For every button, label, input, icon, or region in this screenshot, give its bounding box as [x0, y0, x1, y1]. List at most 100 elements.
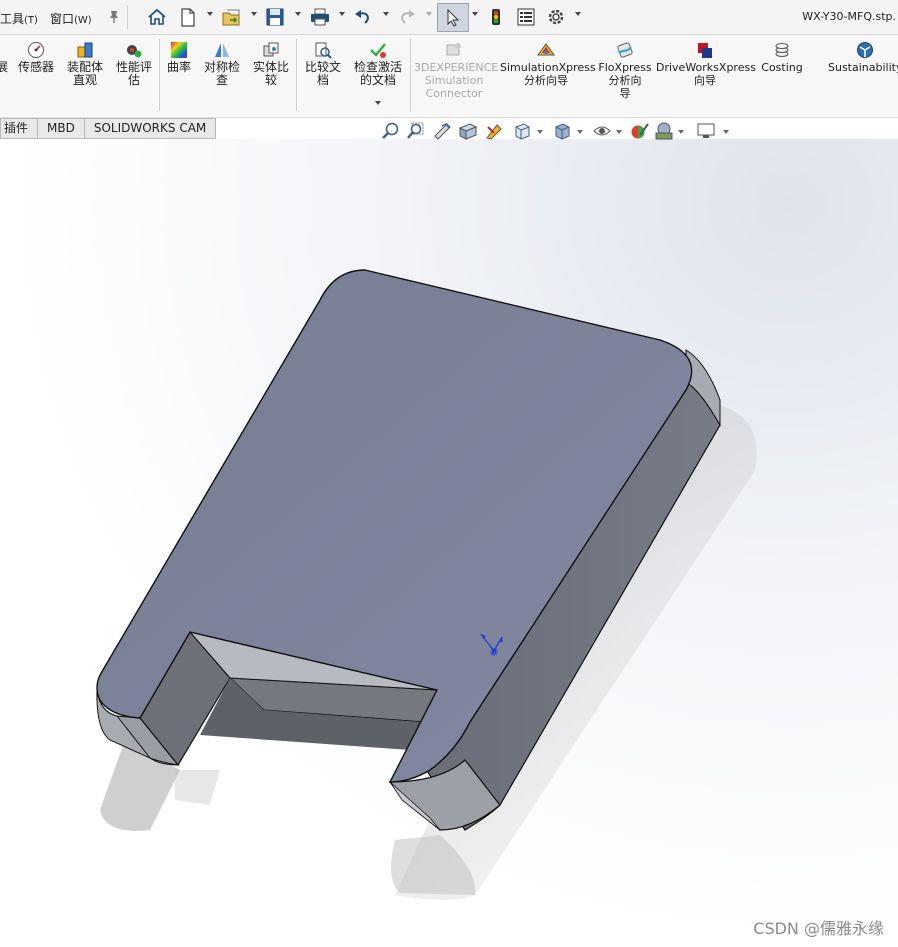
sustainability-label: Sustainability [828, 61, 898, 74]
dynamic-annotation-icon[interactable] [484, 121, 504, 143]
edit-appearance-icon[interactable] [630, 121, 650, 143]
new-document-icon[interactable] [178, 5, 198, 29]
simulationxpress-label: SimulationXpress 分析向导 [500, 61, 596, 87]
part-model[interactable] [0, 139, 898, 947]
display-style-dropdown-arrow[interactable] [577, 130, 583, 134]
view-settings-dropdown-arrow[interactable] [723, 130, 729, 134]
tab-addins[interactable]: 插件 [0, 118, 39, 139]
document-title: WX-Y30-MFQ.stp. [802, 10, 896, 23]
command-manager-tabs: 插件 MBD SOLIDWORKS CAM [0, 118, 217, 139]
3dexperience-connector-button[interactable]: 3DEXPERIENCE Simulation Connector [414, 41, 499, 100]
check-active-document-button[interactable]: 检查激活 的文档 [350, 41, 406, 87]
tab-mbd[interactable]: MBD [38, 118, 85, 139]
costing-button[interactable]: Costing [760, 41, 804, 74]
apply-scene-icon[interactable] [654, 121, 674, 143]
view-orientation-dropdown-arrow[interactable] [537, 130, 543, 134]
menu-tools[interactable]: 工具(T) [0, 10, 38, 27]
print-dropdown-arrow[interactable] [339, 12, 345, 16]
gear-icon[interactable] [545, 5, 567, 29]
partial-command[interactable]: 展 [0, 41, 8, 74]
curvature-rainbow-icon [170, 41, 188, 59]
heads-up-view-toolbar [380, 121, 740, 143]
partial-command-icon [0, 41, 14, 59]
watermark: CSDN @儒雅永缘 [753, 919, 884, 938]
sensor-gauge-icon [27, 41, 45, 59]
sustainability-button[interactable]: Sustainability [828, 41, 898, 74]
display-style-icon[interactable] [552, 121, 572, 143]
symmetry-check-label: 对称检 查 [203, 60, 240, 87]
simulationxpress-icon [537, 41, 555, 59]
menu-tools-accelerator: (T) [24, 15, 38, 26]
curvature-button[interactable]: 曲率 [164, 41, 194, 74]
sustainability-globe-icon [856, 41, 874, 59]
menu-window[interactable]: 窗口(W) [50, 10, 92, 27]
sensors-label: 传感器 [17, 60, 54, 74]
performance-evaluation-button[interactable]: 性能评 估 [112, 41, 156, 87]
3dexperience-connector-icon [445, 41, 463, 59]
section-view-icon[interactable] [458, 121, 478, 143]
toolbar-separator [127, 5, 128, 29]
view-settings-icon[interactable] [696, 121, 716, 143]
curvature-label: 曲率 [166, 60, 191, 74]
floxpress-icon [616, 41, 634, 59]
previous-view-icon[interactable] [432, 121, 452, 143]
menu-window-label: 窗口 [50, 12, 75, 26]
menu-window-accelerator: (W) [74, 15, 92, 26]
new-dropdown-arrow[interactable] [207, 12, 213, 16]
zoom-to-area-icon[interactable] [405, 121, 425, 143]
assembly-visualization-label: 装配体 直观 [66, 60, 103, 87]
select-dropdown-arrow[interactable] [472, 12, 478, 16]
floxpress-label: FloXpress 分析向 导 [598, 61, 652, 100]
compare-documents-icon [314, 41, 332, 59]
compare-documents-button[interactable]: 比较文 档 [301, 41, 345, 87]
undo-dropdown-arrow[interactable] [383, 12, 389, 16]
home-icon[interactable] [146, 5, 168, 29]
compare-bodies-icon [262, 41, 280, 59]
view-orientation-icon[interactable] [512, 121, 532, 143]
check-document-dropdown-arrow[interactable] [375, 101, 381, 105]
ribbon-separator [410, 39, 411, 111]
assembly-visualization-button[interactable]: 装配体 直观 [64, 41, 106, 87]
compare-bodies-button[interactable]: 实体比 较 [249, 41, 293, 87]
select-arrow-icon[interactable] [437, 3, 469, 32]
open-folder-icon[interactable] [220, 5, 244, 29]
ribbon-separator [296, 39, 297, 111]
undo-icon[interactable] [352, 5, 374, 29]
assembly-visualization-icon [76, 41, 94, 59]
save-icon[interactable] [264, 5, 286, 29]
apply-scene-dropdown-arrow[interactable] [678, 130, 684, 134]
driveworksxpress-icon [696, 41, 714, 59]
symmetry-check-icon [213, 41, 231, 59]
print-icon[interactable] [309, 5, 331, 29]
compare-documents-label: 比较文 档 [304, 60, 341, 87]
open-dropdown-arrow[interactable] [251, 12, 257, 16]
zoom-to-fit-icon[interactable] [380, 121, 400, 143]
hide-show-dropdown-arrow[interactable] [616, 130, 622, 134]
partial-command-label: 展 [0, 60, 9, 74]
menu-tools-label: 工具 [0, 12, 25, 26]
symmetry-check-button[interactable]: 对称检 查 [200, 41, 244, 87]
options-dropdown-arrow[interactable] [575, 12, 581, 16]
graphics-viewport[interactable]: CSDN @儒雅永缘 [0, 139, 898, 947]
menu-bar: 工具(T) 窗口(W) WX-Y30-MFQ.stp. [0, 0, 898, 35]
redo-icon[interactable] [396, 5, 418, 29]
check-active-document-label: 检查激活 的文档 [353, 60, 402, 87]
check-active-document-icon [369, 41, 387, 59]
file-properties-icon[interactable] [515, 5, 537, 29]
hide-show-items-icon[interactable] [592, 121, 612, 143]
driveworksxpress-label: DriveWorksXpress 向导 [656, 61, 756, 87]
3dexperience-connector-label: 3DEXPERIENCE Simulation Connector [414, 61, 499, 100]
simulationxpress-button[interactable]: SimulationXpress 分析向导 [500, 41, 596, 87]
rebuild-traffic-light-icon[interactable] [486, 5, 506, 29]
pin-icon[interactable] [106, 5, 122, 29]
ribbon-separator [159, 39, 160, 111]
floxpress-button[interactable]: FloXpress 分析向 导 [598, 41, 652, 100]
performance-evaluation-icon [125, 41, 143, 59]
costing-label: Costing [761, 61, 803, 74]
save-dropdown-arrow[interactable] [295, 12, 301, 16]
costing-coins-icon [773, 41, 791, 59]
driveworksxpress-button[interactable]: DriveWorksXpress 向导 [656, 41, 756, 87]
redo-dropdown-arrow[interactable] [426, 12, 432, 16]
sensors-button[interactable]: 传感器 [15, 41, 57, 74]
tab-solidworks-cam[interactable]: SOLIDWORKS CAM [84, 118, 217, 139]
